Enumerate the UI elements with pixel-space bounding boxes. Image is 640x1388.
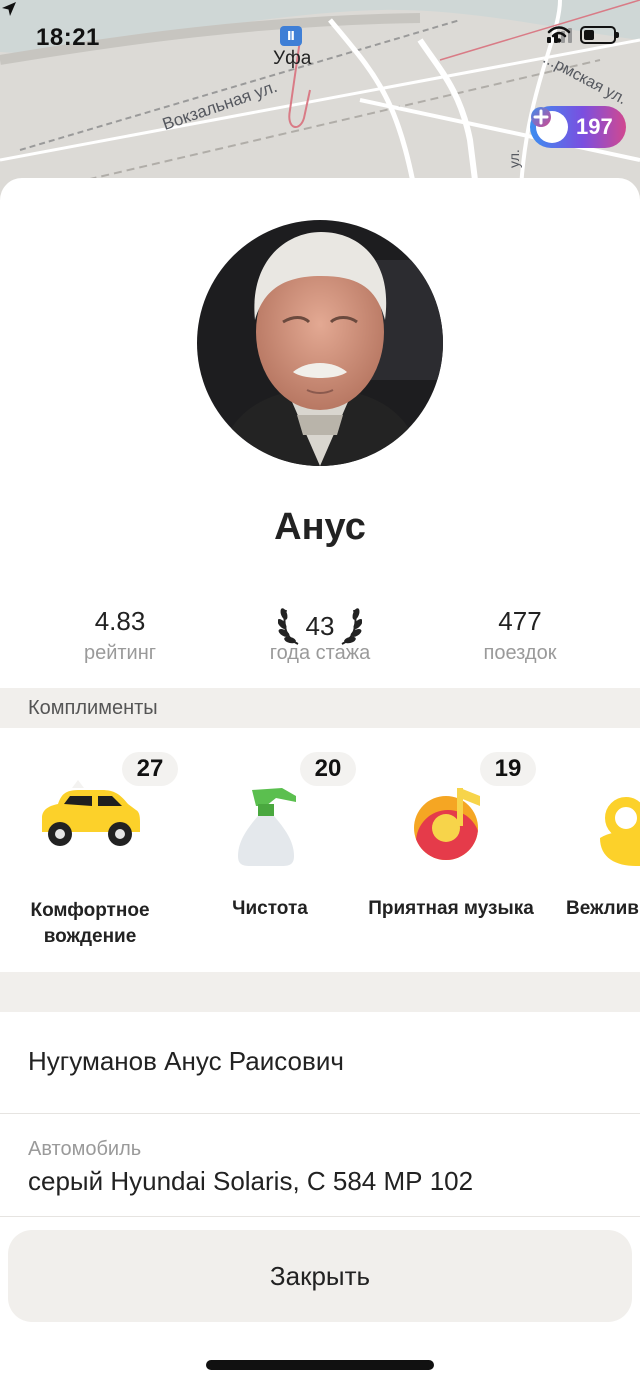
city-label: Уфа [273,48,312,69]
stat-trips: 477 поездок [430,604,610,665]
battery-level [584,30,594,40]
driver-avatar [197,220,443,466]
yandex-plus-badge[interactable]: 197 [530,106,626,148]
rating-value: 4.83 [94,606,146,636]
compliment-label: Чистота [232,898,308,919]
compliment-count: 19 [480,752,536,786]
compliments-header-label: Комплименты [28,697,158,719]
compliment-label: Комфортное вождение [30,900,150,947]
stat-experience: 43 года стажа [230,604,410,665]
close-button[interactable]: Закрыть [8,1230,632,1322]
status-time: 18:21 [36,24,100,51]
yandex-plus-icon [531,107,568,143]
trips-label: поездок [483,642,557,664]
plus-points-count: 197 [576,114,613,139]
street-label: ул. [506,149,522,168]
rating-label: рейтинг [83,642,157,664]
compliment-politeness[interactable]: Вежлив [560,728,640,972]
compliment-pleasant-music[interactable]: 19 Приятная музыка [360,728,536,972]
compliments-header: Комплименты [0,688,640,728]
experience-label: года стажа [269,642,371,664]
trips-value: 477 [498,606,542,636]
status-indicators [547,26,619,44]
compliment-cleanliness[interactable]: 20 Чистота [180,728,356,972]
divider [0,1216,640,1217]
compliment-comfortable-driving[interactable]: 27 Комфортное вождение [0,728,178,972]
music-note-icon [414,788,480,860]
ok-hand-icon [600,797,640,866]
wifi-icon [547,26,571,43]
divider [0,1113,640,1114]
experience-value: 43 [305,611,335,641]
battery-icon [580,26,619,44]
compliments-carousel[interactable]: 27 Комфортное вождение 20 Чистота 19 При… [0,728,640,972]
car-label: Автомобиль [28,1138,142,1160]
city-pin-icon: Ⅱ [280,26,302,46]
driver-full-name: Нугуманов Анус Раисович [28,1046,344,1076]
compliment-label: Приятная музыка [368,898,534,919]
home-indicator[interactable] [206,1360,434,1370]
compliment-count: 20 [300,752,356,786]
driver-info-sheet: Анус 4.83 рейтинг 43 года стажа 477 поез… [0,178,640,1388]
taxi-car-icon [42,780,140,846]
car-value: серый Hyundai Solaris, С 584 МР 102 [28,1166,474,1196]
compliment-label: Вежлив [566,898,639,919]
section-separator [0,972,640,1012]
spray-bottle-icon [238,788,296,866]
driver-name: Анус [274,506,366,548]
stat-rating: 4.83 рейтинг [30,604,210,665]
location-arrow-icon [2,2,16,16]
